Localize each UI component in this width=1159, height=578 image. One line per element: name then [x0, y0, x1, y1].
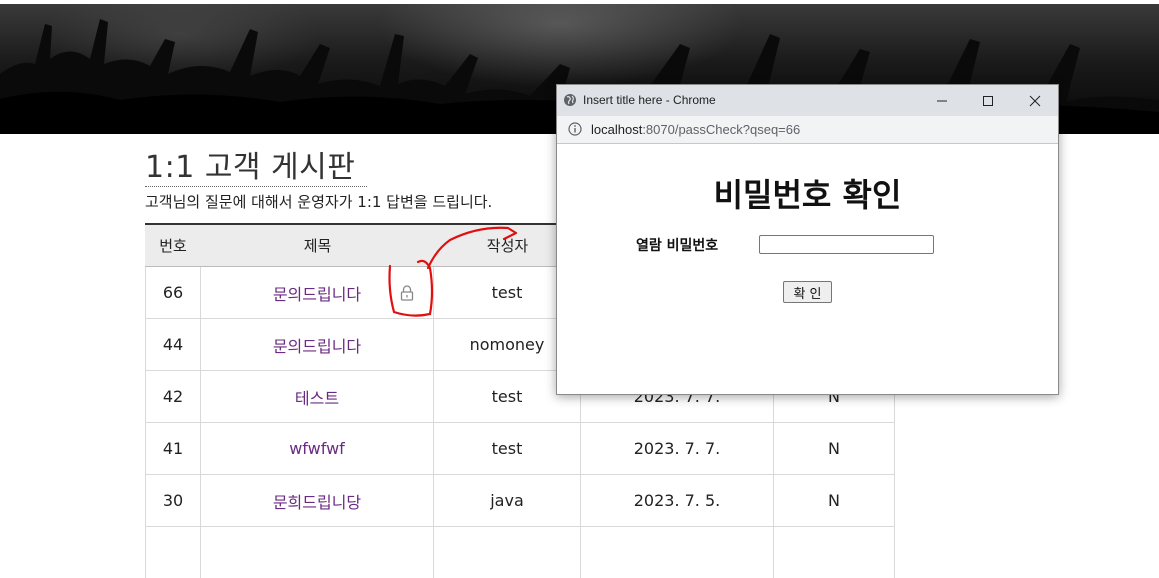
row-number: 44: [145, 319, 201, 370]
row-title-empty: [201, 527, 434, 578]
address-bar[interactable]: localhost:8070/passCheck?qseq=66: [557, 116, 1058, 144]
maximize-button[interactable]: [965, 85, 1011, 116]
row-number: 30: [145, 475, 201, 526]
row-title-link[interactable]: wfwfwf: [289, 439, 345, 458]
row-number: 66: [145, 267, 201, 318]
row-number: 41: [145, 423, 201, 474]
row-title-link[interactable]: 테스트: [295, 385, 339, 409]
password-label: 열람 비밀번호: [636, 238, 719, 254]
table-row: [145, 527, 895, 578]
table-row[interactable]: 30 문희드립니당 java 2023. 7. 5. N: [145, 475, 895, 527]
row-date: 2023. 7. 5.: [581, 475, 774, 526]
row-number-empty: [145, 527, 201, 578]
info-icon[interactable]: [568, 122, 582, 136]
row-title-link[interactable]: 문의드립니다: [273, 333, 361, 357]
minimize-icon: [937, 100, 947, 101]
page-title: 1:1 고객 게시판: [145, 150, 356, 185]
column-header-title: 제목: [303, 237, 332, 255]
close-icon: [1029, 95, 1041, 106]
lock-icon: [400, 285, 414, 301]
maximize-icon: [983, 95, 993, 106]
row-reply-status: N: [774, 475, 895, 526]
row-date: 2023. 7. 7.: [581, 423, 774, 474]
row-title-cell: 문의드립니다: [201, 267, 434, 318]
row-title-cell: 문희드립니당: [201, 475, 434, 526]
row-title-link[interactable]: 문희드립니당: [273, 489, 361, 513]
column-header-number: 번호: [159, 237, 187, 255]
page-subtitle: 고객님의 질문에 대해서 운영자가 1:1 답변을 드립니다.: [145, 193, 493, 211]
url-text: localhost:8070/passCheck?qseq=66: [591, 122, 800, 137]
window-title: Insert title here - Chrome: [583, 93, 716, 107]
url-host: localhost: [591, 122, 643, 137]
url-path: :8070/passCheck?qseq=66: [642, 122, 801, 137]
row-title-link[interactable]: 문의드립니다: [273, 281, 361, 305]
row-title-cell: 문의드립니다: [201, 319, 434, 370]
row-writer: test: [434, 423, 581, 474]
row-title-cell: 테스트: [201, 371, 434, 422]
title-divider: [145, 186, 367, 187]
table-row[interactable]: 41 wfwfwf test 2023. 7. 7. N: [145, 423, 895, 475]
window-titlebar[interactable]: Insert title here - Chrome: [557, 85, 1058, 116]
popup-heading: 비밀번호 확인: [713, 176, 902, 214]
password-input[interactable]: [759, 235, 934, 254]
minimize-button[interactable]: [919, 85, 965, 116]
password-popup-window: Insert title here - Chrome localhost:807…: [556, 84, 1059, 395]
row-title-cell: wfwfwf: [201, 423, 434, 474]
close-button[interactable]: [1012, 85, 1058, 116]
row-writer-empty: [434, 527, 581, 578]
row-reply-empty: [774, 527, 895, 578]
confirm-button[interactable]: 확 인: [783, 281, 832, 303]
globe-icon: [564, 94, 576, 106]
row-writer: java: [434, 475, 581, 526]
row-date-empty: [581, 527, 774, 578]
row-number: 42: [145, 371, 201, 422]
popup-content: 비밀번호 확인 열람 비밀번호 확 인: [557, 144, 1058, 394]
row-reply-status: N: [774, 423, 895, 474]
